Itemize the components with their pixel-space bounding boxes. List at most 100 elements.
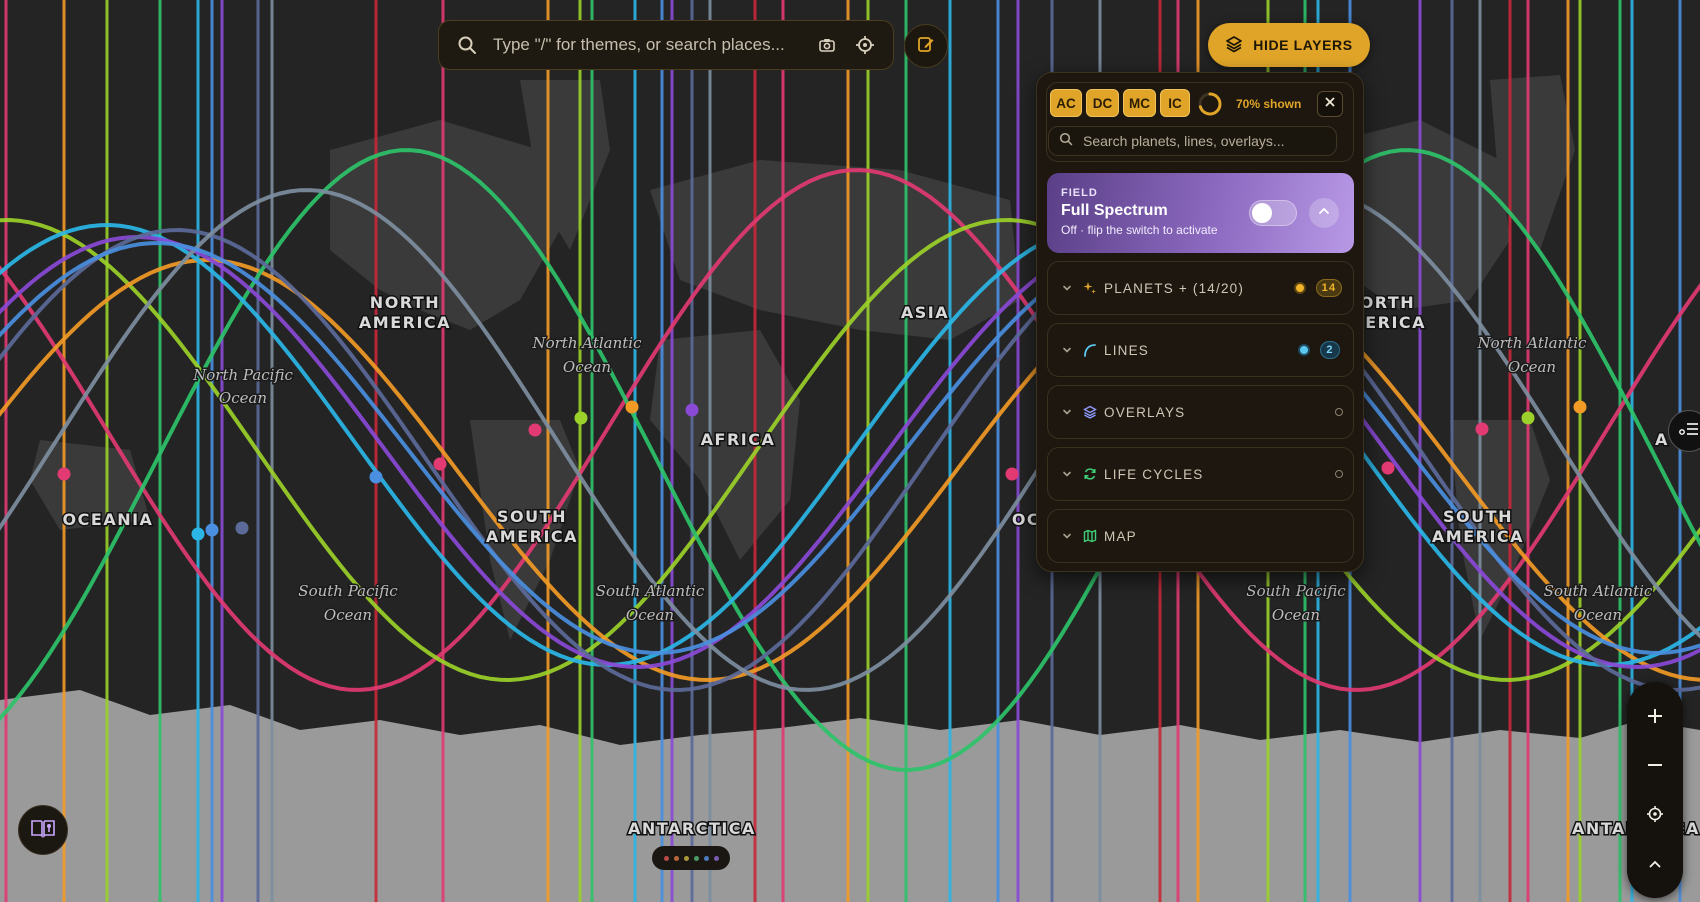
sparkle-icon [1082, 280, 1098, 296]
field-subtitle: Off · flip the switch to activate [1061, 223, 1218, 237]
map-label-south-atlantic-line1: South Atlantic [596, 582, 705, 600]
map-label-south-america-b-line2: AMERICA [1432, 527, 1524, 546]
curve-line-icon [1082, 342, 1098, 358]
map-label-south-pacific-b-line1: South Pacific [1246, 582, 1346, 600]
pager-dot[interactable] [673, 855, 679, 861]
line-marker[interactable] [235, 521, 249, 535]
pager-dot[interactable] [703, 855, 709, 861]
search-icon [1059, 132, 1073, 151]
hide-layers-button[interactable]: HIDE LAYERS [1208, 23, 1370, 67]
guide-button[interactable] [18, 805, 68, 855]
map-label-north-america-line2: AMERICA [359, 313, 451, 332]
map-label-south-atlantic-b-line1: South Atlantic [1544, 582, 1653, 600]
chip-dc[interactable]: DC [1086, 89, 1119, 117]
line-marker[interactable] [1005, 467, 1019, 481]
map-label-africa: AFRICA [701, 430, 776, 449]
line-marker[interactable] [191, 527, 205, 541]
map-label-south-pacific-b-line2: Ocean [1272, 606, 1320, 624]
zoom-out-button[interactable] [1627, 743, 1683, 791]
map-label-south-america-line1: SOUTH [497, 507, 567, 526]
section-planets-label: PLANETS + (14/20) [1104, 280, 1245, 296]
book-map-icon [30, 818, 56, 843]
planets-status-dot [1294, 282, 1306, 294]
map-label-north-atlantic-b-line1: North Atlantic [1476, 334, 1587, 352]
map-label-north-pacific-line2: Ocean [219, 389, 267, 407]
map-icon [1082, 528, 1098, 544]
close-icon [1324, 95, 1336, 113]
line-marker[interactable] [57, 467, 71, 481]
refresh-icon [1082, 466, 1098, 482]
legend-list-icon [1679, 421, 1699, 442]
minus-icon [1646, 753, 1664, 781]
camera-icon[interactable] [813, 31, 841, 59]
search-input[interactable] [491, 34, 813, 56]
pager-dot[interactable] [693, 855, 699, 861]
line-marker[interactable] [1475, 422, 1489, 436]
map-label-south-pacific-line1: South Pacific [298, 582, 398, 600]
chevron-down-icon [1062, 529, 1074, 544]
map-label-antarctica: ANTARCTICA [628, 819, 756, 838]
line-marker[interactable] [625, 400, 639, 414]
theme-pager[interactable] [652, 846, 730, 870]
shown-progress-ring [1198, 92, 1222, 116]
line-marker[interactable] [528, 423, 542, 437]
line-marker[interactable] [1521, 411, 1535, 425]
pager-dot[interactable] [713, 855, 719, 861]
edit-note-icon [917, 35, 935, 58]
layers-icon [1082, 404, 1098, 420]
pager-dot[interactable] [683, 855, 689, 861]
field-collapse-button[interactable] [1309, 198, 1339, 228]
line-marker[interactable] [433, 457, 447, 471]
chip-ic[interactable]: IC [1160, 89, 1190, 117]
expand-controls-button[interactable] [1627, 840, 1683, 888]
close-panel-button[interactable] [1317, 91, 1343, 117]
map-label-north-pacific-line1: North Pacific [192, 366, 293, 384]
map-label-north-america-line1: NORTH [370, 293, 440, 312]
field-card: FIELD Full Spectrum Off · flip the switc… [1047, 173, 1354, 253]
section-map[interactable]: MAP [1047, 509, 1354, 563]
notes-button[interactable] [904, 24, 948, 68]
map-label-south-atlantic-b-line2: Ocean [1574, 606, 1622, 624]
world-map[interactable]: NORTH AMERICA ASIA AFRICA SOUTH AMERICA … [0, 0, 1700, 902]
locate-icon[interactable] [851, 31, 879, 59]
chevron-down-icon [1062, 343, 1074, 358]
map-label-south-atlantic-line2: Ocean [626, 606, 674, 624]
map-label-oceania: OCEANIA [63, 510, 154, 529]
pager-dot[interactable] [663, 855, 669, 861]
section-life-cycles[interactable]: LIFE CYCLES [1047, 447, 1354, 501]
chevron-up-icon [1648, 850, 1662, 878]
section-planets[interactable]: PLANETS + (14/20) 14 [1047, 261, 1354, 315]
line-marker[interactable] [369, 470, 383, 484]
line-marker[interactable] [1573, 400, 1587, 414]
toggle-knob [1252, 203, 1272, 223]
line-marker[interactable] [1381, 461, 1395, 475]
map-label-south-pacific-line2: Ocean [324, 606, 372, 624]
panel-search-input[interactable] [1081, 132, 1336, 150]
lines-count-badge: 2 [1320, 341, 1340, 359]
panel-header: AC DC MC IC 70% shown [1046, 82, 1354, 162]
section-overlays-label: OVERLAYS [1104, 404, 1186, 420]
place-search-bar[interactable] [438, 20, 894, 70]
layers-icon [1225, 35, 1243, 56]
chevron-down-icon [1062, 281, 1074, 296]
line-marker[interactable] [574, 411, 588, 425]
overlays-status-dot [1335, 408, 1343, 416]
recenter-button[interactable] [1627, 792, 1683, 840]
section-lines-label: LINES [1104, 342, 1150, 358]
chevron-down-icon [1062, 405, 1074, 420]
field-toggle[interactable] [1249, 200, 1297, 226]
map-label-north-atlantic-line2: Ocean [563, 358, 611, 376]
line-marker[interactable] [685, 403, 699, 417]
section-lines[interactable]: LINES 2 [1047, 323, 1354, 377]
zoom-in-button[interactable] [1627, 694, 1683, 742]
map-label-south-america-b-line1: SOUTH [1443, 507, 1513, 526]
section-overlays[interactable]: OVERLAYS [1047, 385, 1354, 439]
field-title: Full Spectrum [1061, 202, 1168, 219]
line-marker[interactable] [205, 523, 219, 537]
section-map-label: MAP [1104, 528, 1137, 544]
panel-search-field[interactable] [1048, 126, 1337, 156]
chip-mc[interactable]: MC [1123, 89, 1156, 117]
shown-percentage: 70% shown [1236, 97, 1302, 111]
life-cycles-status-dot [1335, 470, 1343, 478]
chip-ac[interactable]: AC [1050, 89, 1082, 117]
